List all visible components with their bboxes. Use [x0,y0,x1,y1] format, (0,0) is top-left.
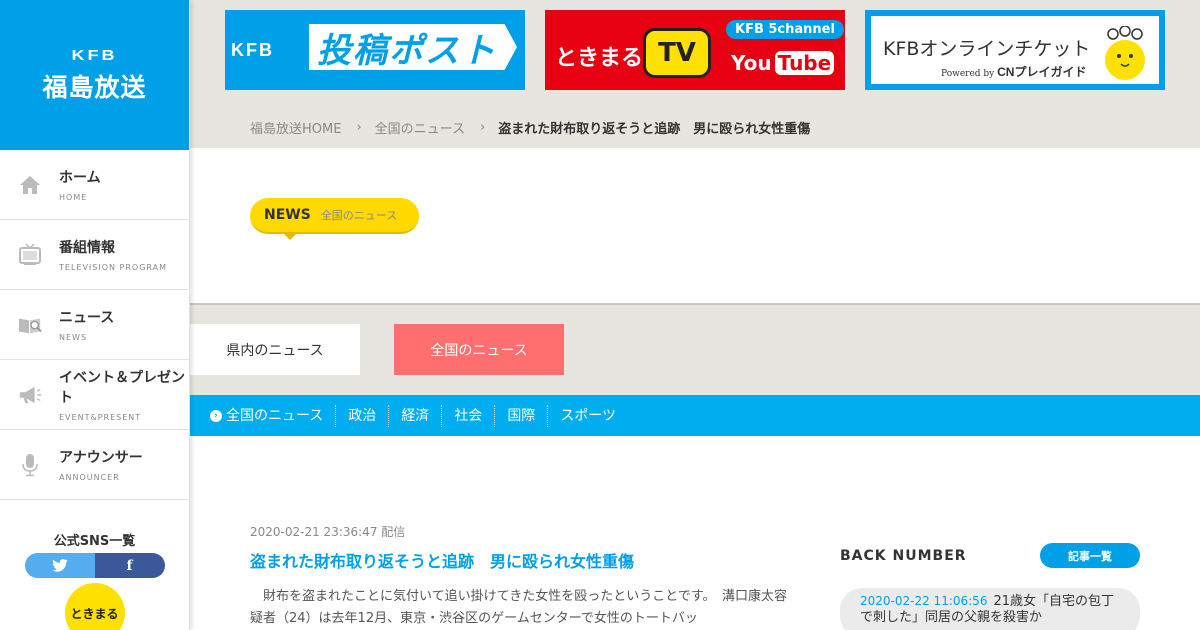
breadcrumb: 福島放送HOME › 全国のニュース › 盗まれた財布取り返そうと追跡 男に殴ら… [250,118,810,137]
sidebar-item-sub: EVENT&PRESENT [59,413,142,422]
sidebar: KFB 福島放送 ホーム HOME 番組情報 TELEVISION PROGRA… [0,0,190,630]
tv-icon [18,242,42,267]
tab-prefecture-news[interactable]: 県内のニュース [190,324,360,375]
megaphone-icon [18,383,42,407]
category-national[interactable]: › 全国のニュース [210,405,335,427]
chevron-right-icon: › [480,120,486,135]
category-sports[interactable]: スポーツ [547,404,628,427]
sidebar-item-sub: NEWS [59,333,88,342]
news-icon [18,313,42,337]
chevron-right-icon: › [356,120,362,135]
sidebar-item-sub: HOME [59,193,88,202]
news-badge: NEWS 全国のニュース [250,198,419,240]
banner-channel-badge: KFB 5channel [726,20,844,39]
back-number-item[interactable]: 2020-02-22 11:06:56 21歳女「自宅の包丁で刺した」同居の父親を… [840,588,1140,630]
powered-label: Powered by [941,69,995,79]
banner-kfb-logo: KFB [231,39,274,60]
sidebar-item-label: イベント＆プレゼント [59,370,185,406]
sidebar-item-home[interactable]: ホーム HOME [0,150,189,220]
article-date: 2020-02-21 23:36:47 配信 [250,525,406,539]
sidebar-item-sub: TELEVISION PROGRAM [59,263,168,272]
twitter-button[interactable] [24,553,95,578]
category-society[interactable]: 社会 [441,404,494,427]
article-list-button[interactable]: 記事一覧 [1040,543,1140,568]
banner-online-ticket[interactable]: KFBオンラインチケット Powered by CNプレイガイド [865,10,1165,90]
back-number: BACK NUMBER 記事一覧 2020-02-22 11:06:56 21歳女… [840,543,1140,630]
badge-tail [282,232,298,240]
sidebar-item-label: 番組情報 [59,240,115,256]
banner-tokimaru-text: ときまる [555,46,644,71]
facebook-button[interactable]: f [94,553,165,578]
breadcrumb-current: 盗まれた財布取り返そうと追跡 男に殴られ女性重傷 [498,122,811,137]
tv-mascot-icon: TV [643,28,711,78]
ticket-powered: Powered by CNプレイガイド [941,63,1086,80]
youtube-you: You [731,51,772,75]
banner-tokimaru-tv[interactable]: ときまる TV KFB 5channel You Tube [545,10,845,90]
article-title: 盗まれた財布取り返そうと追跡 男に殴られ女性重傷 [250,552,635,571]
microphone-icon [18,453,42,477]
article-body: 財布を盗まれたことに気付いて追い掛けてきた女性を殴ったということです。 溝口康太… [250,589,788,626]
header: KFB 投稿ポスト ときまる TV KFB 5channel You Tube K… [190,0,1200,148]
sidebar-item-label: ホーム [59,170,101,186]
youtube-logo: You Tube [731,51,835,75]
site-logo[interactable]: KFB 福島放送 [0,0,189,150]
tab-national-news[interactable]: 全国のニュース [394,324,564,375]
chevron-circle-right-icon: › [210,409,222,422]
category-label: 全国のニュース [226,407,324,424]
article: 2020-02-21 23:36:47 配信 盗まれた財布取り返そうと追跡 男に… [250,523,790,630]
news-tabs: 県内のニュース 全国のニュース [190,305,1200,395]
logo-station-name: 福島放送 [42,73,147,102]
breadcrumb-section[interactable]: 全国のニュース [375,118,465,137]
sidebar-item-news[interactable]: ニュース NEWS [0,290,189,360]
ticket-brand: CNプレイガイド [997,65,1087,79]
tokimaru-link[interactable]: ときまる [64,583,125,630]
logo-kfb: KFB [71,47,118,63]
sidebar-item-announcer[interactable]: アナウンサー ANNOUNCER [0,430,189,500]
back-number-date: 2020-02-22 11:06:56 [860,594,988,608]
category-economy[interactable]: 経済 [388,404,441,427]
youtube-tube: Tube [774,51,835,75]
sns-title: 公式SNS一覧 [53,534,136,549]
sidebar-item-label: ニュース [59,310,115,326]
sidebar-item-programs[interactable]: 番組情報 TELEVISION PROGRAM [0,220,189,290]
ticket-title: KFBオンラインチケット [883,38,1091,60]
banner-toko-post[interactable]: KFB 投稿ポスト [225,10,525,90]
sidebar-item-sub: ANNOUNCER [59,473,120,482]
sns-buttons: f [0,553,189,578]
mascot-icon [1105,26,1145,80]
category-bar: › 全国のニュース 政治 経済 社会 国際 スポーツ [190,395,1200,436]
page-heading-section: NEWS 全国のニュース [190,148,1200,305]
sidebar-item-events[interactable]: イベント＆プレゼント EVENT&PRESENT [0,360,189,430]
badge-label: NEWS [264,207,311,223]
home-icon [18,173,42,197]
back-number-title: BACK NUMBER [840,547,967,564]
banner-post-text: 投稿ポスト [317,30,497,71]
category-international[interactable]: 国際 [494,404,547,427]
twitter-icon [51,559,68,572]
category-politics[interactable]: 政治 [335,404,388,427]
sidebar-item-label: アナウンサー [59,450,143,466]
badge-sub: 全国のニュース [320,209,398,222]
breadcrumb-home[interactable]: 福島放送HOME [250,118,341,137]
banner-arrow: 投稿ポスト [309,24,517,70]
